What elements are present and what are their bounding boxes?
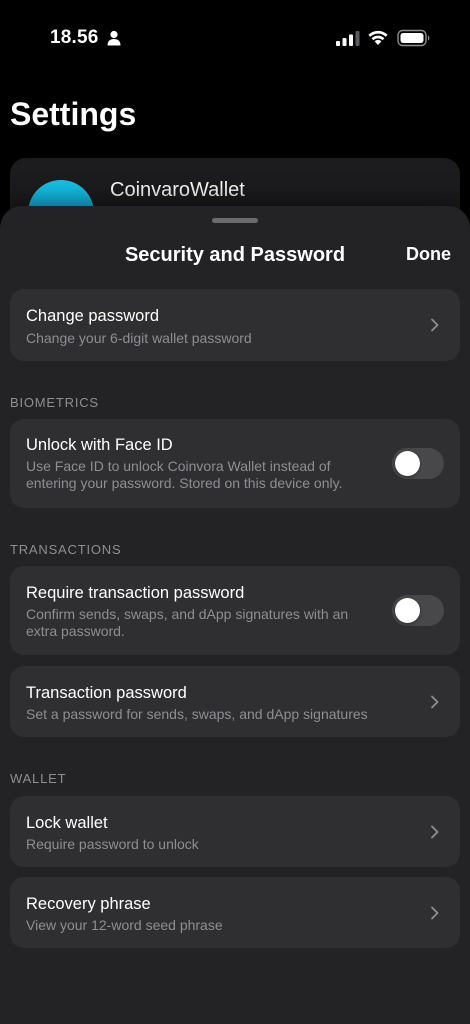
section-label-biometrics: BIOMETRICS [10,395,99,410]
section-label-wallet: WALLET [10,771,67,786]
status-time: 18.56 [50,27,99,48]
change-password-subtitle: Change your 6-digit wallet password [26,330,252,346]
face-id-toggle[interactable] [392,448,444,479]
toggle-knob [395,598,420,623]
require-tx-password-subtitle: Confirm sends, swaps, and dApp signature… [26,606,349,639]
chevron-right-icon [431,906,439,920]
page-title: Settings [10,96,137,132]
require-tx-password-row: Require transaction password Confirm sen… [10,566,460,655]
section-label-transactions: TRANSACTIONS [10,542,122,557]
toggle-knob [395,451,420,476]
recovery-phrase-title: Recovery phrase [26,895,151,913]
change-password-row[interactable]: Change password Change your 6-digit wall… [10,289,460,361]
face-id-row: Unlock with Face ID Use Face ID to unloc… [10,419,460,508]
require-tx-password-toggle[interactable] [392,595,444,626]
cellular-signal-icon [336,31,360,46]
done-button[interactable]: Done [406,244,451,265]
chevron-right-icon [431,825,439,839]
security-password-sheet: Security and Password Done Change passwo… [0,206,470,1024]
lock-wallet-row[interactable]: Lock wallet Require password to unlock [10,796,460,867]
face-id-title: Unlock with Face ID [26,436,173,454]
account-name: CoinvaroWallet [110,179,245,201]
require-tx-password-title: Require transaction password [26,584,245,602]
tx-password-subtitle: Set a password for sends, swaps, and dAp… [26,706,368,722]
recovery-phrase-row[interactable]: Recovery phrase View your 12-word seed p… [10,877,460,948]
battery-icon [397,29,430,47]
status-bar: 18.56 [0,0,470,60]
chevron-right-icon [431,318,439,332]
wifi-icon [368,30,388,45]
person-icon [107,30,121,46]
face-id-subtitle: Use Face ID to unlock Coinvora Wallet in… [26,458,343,491]
sheet-grabber[interactable] [212,218,258,223]
sheet-title: Security and Password [124,244,346,266]
recovery-phrase-subtitle: View your 12-word seed phrase [26,917,223,933]
tx-password-row[interactable]: Transaction password Set a password for … [10,666,460,737]
chevron-right-icon [431,695,439,709]
change-password-title: Change password [26,307,159,325]
tx-password-title: Transaction password [26,684,187,702]
lock-wallet-subtitle: Require password to unlock [26,836,199,852]
lock-wallet-title: Lock wallet [26,814,108,832]
